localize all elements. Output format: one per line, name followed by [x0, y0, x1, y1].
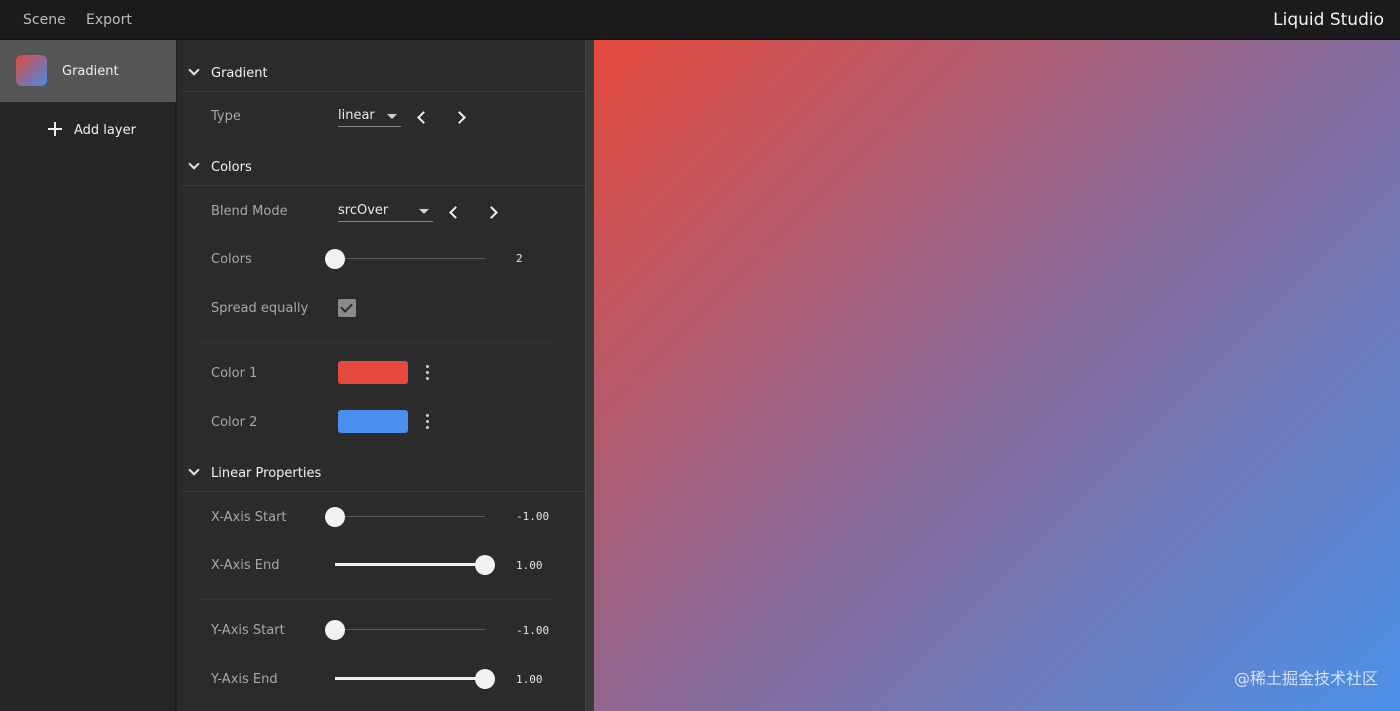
divider [197, 599, 557, 600]
layer-thumbnail [16, 55, 47, 86]
y-axis-end-label: Y-Axis End [211, 672, 278, 687]
y-axis-start-slider[interactable] [325, 620, 485, 640]
x-axis-end-value: 1.00 [516, 559, 543, 572]
blend-mode-label: Blend Mode [211, 204, 288, 219]
caret-down-icon [419, 209, 429, 214]
app-title: Liquid Studio [1273, 10, 1384, 30]
type-label: Type [211, 109, 241, 124]
slider-thumb[interactable] [325, 620, 345, 640]
slider-thumb[interactable] [325, 507, 345, 527]
color-1-swatch[interactable] [338, 361, 408, 384]
spread-equally-checkbox[interactable] [338, 299, 356, 317]
blend-prev-button[interactable] [444, 203, 464, 223]
slider-track [335, 258, 485, 259]
divider [183, 91, 585, 92]
type-select-value: linear [338, 108, 375, 123]
section-colors-header[interactable]: Colors [177, 150, 585, 186]
chevron-down-icon [189, 466, 199, 476]
x-axis-start-value: -1.00 [516, 510, 550, 523]
chevron-down-icon [189, 160, 199, 170]
blend-mode-select[interactable]: srcOver [338, 202, 433, 222]
slider-fill [335, 563, 485, 566]
type-prev-button[interactable] [412, 108, 432, 128]
slider-fill [335, 677, 485, 680]
type-select[interactable]: linear [338, 107, 401, 127]
colors-count-slider[interactable] [325, 249, 485, 269]
layer-name: Gradient [62, 64, 119, 79]
divider [197, 342, 557, 343]
add-layer-button[interactable]: Add layer [46, 120, 156, 142]
blend-next-button[interactable] [483, 203, 503, 223]
slider-track [335, 629, 485, 630]
color-1-label: Color 1 [211, 366, 258, 381]
layer-item-gradient[interactable]: Gradient [0, 40, 176, 102]
color-2-swatch[interactable] [338, 410, 408, 433]
y-axis-end-slider[interactable] [335, 669, 495, 689]
color-2-menu-icon[interactable] [422, 412, 434, 432]
menu-export[interactable]: Export [86, 12, 132, 28]
section-linear-properties-header[interactable]: Linear Properties [177, 456, 585, 492]
colors-count-value: 2 [516, 252, 523, 265]
chevron-down-icon [189, 66, 199, 76]
section-gradient-header[interactable]: Gradient [177, 56, 585, 92]
section-title: Gradient [211, 66, 268, 81]
section-title: Colors [211, 160, 252, 175]
section-title: Linear Properties [211, 466, 322, 481]
spread-equally-label: Spread equally [211, 301, 309, 316]
menu-scene[interactable]: Scene [23, 12, 66, 28]
slider-thumb[interactable] [475, 555, 495, 575]
gradient-preview-canvas: @稀土掘金技术社区 [594, 40, 1400, 711]
blend-mode-select-value: srcOver [338, 203, 389, 218]
top-bar: Scene Export Liquid Studio [0, 0, 1400, 40]
divider [183, 185, 585, 186]
colors-count-label: Colors [211, 252, 252, 267]
panel-scrollbar[interactable] [585, 40, 594, 711]
y-axis-start-value: -1.00 [516, 624, 550, 637]
slider-thumb[interactable] [475, 669, 495, 689]
add-layer-label: Add layer [74, 123, 136, 138]
x-axis-start-slider[interactable] [325, 507, 485, 527]
y-axis-end-value: 1.00 [516, 673, 543, 686]
caret-down-icon [387, 114, 397, 119]
layers-sidebar: Gradient Add layer [0, 40, 176, 711]
type-next-button[interactable] [451, 108, 471, 128]
slider-thumb[interactable] [325, 249, 345, 269]
divider [183, 491, 585, 492]
color-2-label: Color 2 [211, 415, 258, 430]
properties-panel: Gradient Type linear Colors Blend Mode s… [177, 40, 585, 711]
slider-track [335, 516, 485, 517]
x-axis-end-label: X-Axis End [211, 558, 280, 573]
y-axis-start-label: Y-Axis Start [211, 623, 285, 638]
x-axis-end-slider[interactable] [335, 555, 495, 575]
color-1-menu-icon[interactable] [422, 363, 434, 383]
plus-icon [46, 120, 64, 138]
x-axis-start-label: X-Axis Start [211, 510, 287, 525]
watermark: @稀土掘金技术社区 [1233, 669, 1378, 688]
